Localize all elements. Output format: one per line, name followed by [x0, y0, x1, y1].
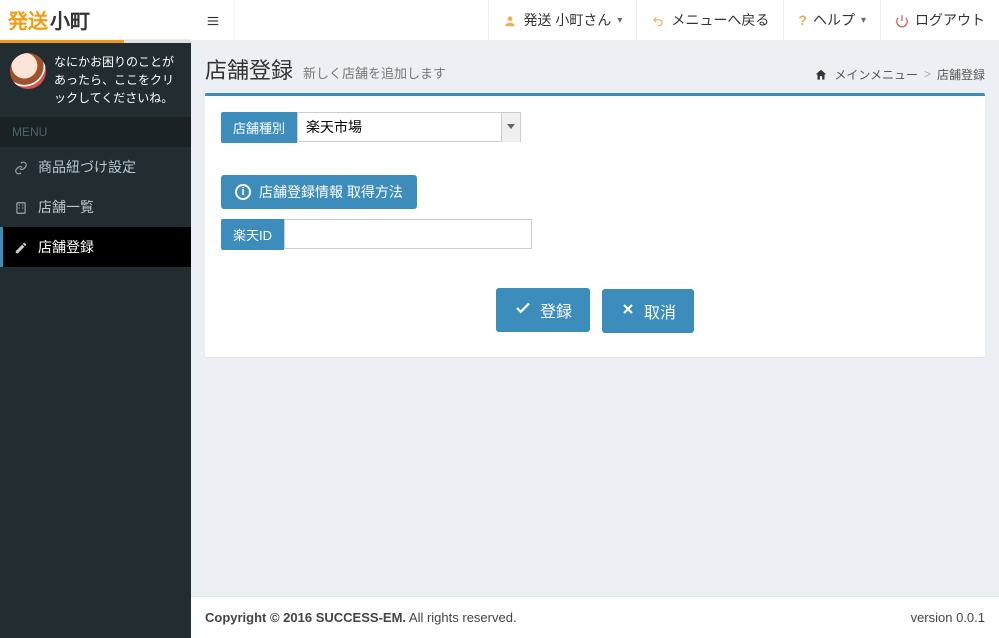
- assistant-text: なにかお困りのことがあったら、ここをクリックしてくださいね。: [54, 53, 181, 107]
- page-header: 店舗登録 新しく店舗を追加します メインメニュー > 店舗登録: [205, 53, 985, 85]
- page-title-wrap: 店舗登録 新しく店舗を追加します: [205, 53, 446, 85]
- breadcrumb-root[interactable]: メインメニュー: [834, 66, 918, 83]
- pencil-icon: [14, 239, 28, 255]
- sidebar-toggle-button[interactable]: [191, 0, 235, 40]
- question-icon: ?: [798, 12, 807, 28]
- info-button-label: 店舗登録情報 取得方法: [259, 182, 403, 202]
- registration-info-button[interactable]: i 店舗登録情報 取得方法: [221, 175, 417, 209]
- breadcrumb: メインメニュー > 店舗登録: [814, 66, 985, 83]
- user-menu-button[interactable]: 発送 小町さん ▾: [488, 0, 636, 40]
- form-panel: 店舗種別 楽天市場 i 店舗登録情報 取得方法 楽天ID 登録: [205, 93, 985, 357]
- close-icon: [620, 301, 636, 322]
- content-area: 店舗登録 新しく店舗を追加します メインメニュー > 店舗登録 店舗種別 楽天市…: [191, 41, 999, 596]
- store-type-label: 店舗種別: [221, 112, 297, 143]
- store-type-select-wrap: 楽天市場: [297, 112, 521, 143]
- sidebar-item-label: 店舗一覧: [38, 197, 94, 217]
- copyright-bold: Copyright © 2016 SUCCESS-EM.: [205, 610, 406, 625]
- info-icon: i: [235, 184, 251, 200]
- check-icon: [514, 299, 532, 322]
- menu-header: MENU: [0, 117, 191, 147]
- caret-down-icon: ▾: [861, 15, 866, 26]
- store-type-select[interactable]: 楽天市場: [297, 112, 521, 142]
- assistant-panel[interactable]: なにかお困りのことがあったら、ここをクリックしてくださいね。: [0, 43, 191, 117]
- back-to-menu-button[interactable]: メニューへ戻る: [636, 0, 783, 40]
- brand-part2: 小町: [50, 5, 90, 34]
- submit-button[interactable]: 登録: [496, 288, 590, 332]
- page-title: 店舗登録: [205, 53, 293, 85]
- button-row: 登録 取消: [221, 288, 969, 333]
- assistant-avatar-icon: [10, 53, 46, 89]
- sidebar-item-product-link[interactable]: 商品紐づけ設定: [0, 147, 191, 187]
- hamburger-icon: [206, 12, 220, 28]
- footer-version: version 0.0.1: [911, 610, 985, 625]
- rakuten-id-label: 楽天ID: [221, 219, 284, 250]
- sidebar-item-label: 店舗登録: [38, 237, 94, 257]
- cancel-label: 取消: [644, 299, 676, 323]
- nav-spacer: [235, 0, 488, 40]
- logout-label: ログアウト: [915, 10, 985, 30]
- cancel-button[interactable]: 取消: [602, 289, 694, 333]
- undo-icon: [651, 12, 665, 28]
- home-icon: [814, 67, 828, 82]
- brand-part1: 発送: [8, 5, 48, 34]
- rakuten-id-control: [284, 219, 532, 250]
- sidebar-item-store-register[interactable]: 店舗登録: [0, 227, 191, 267]
- footer-copyright: Copyright © 2016 SUCCESS-EM. All rights …: [205, 610, 517, 625]
- store-type-row: 店舗種別 楽天市場: [221, 112, 969, 143]
- back-label: メニューへ戻る: [671, 10, 769, 30]
- top-nav: 発送 小町さん ▾ メニューへ戻る ? ヘルプ ▾ ログアウト: [191, 0, 999, 41]
- caret-down-icon: ▾: [617, 15, 622, 26]
- sidebar-item-store-list[interactable]: 店舗一覧: [0, 187, 191, 227]
- building-icon: [14, 199, 28, 215]
- rakuten-id-row: 楽天ID: [221, 219, 969, 250]
- user-icon: [503, 12, 517, 28]
- sidebar: 発送 小町 なにかお困りのことがあったら、ここをクリックしてくださいね。 MEN…: [0, 0, 191, 638]
- copyright-rest: All rights reserved.: [406, 610, 517, 625]
- help-menu-button[interactable]: ? ヘルプ ▾: [783, 0, 880, 40]
- brand-logo[interactable]: 発送 小町: [0, 0, 191, 40]
- footer: Copyright © 2016 SUCCESS-EM. All rights …: [191, 596, 999, 638]
- help-label: ヘルプ: [813, 10, 855, 30]
- breadcrumb-current: 店舗登録: [937, 66, 985, 83]
- user-name: 発送 小町さん: [523, 10, 611, 30]
- logout-button[interactable]: ログアウト: [880, 0, 999, 40]
- power-icon: [895, 12, 909, 28]
- spacer: [221, 143, 969, 175]
- rakuten-id-input[interactable]: [284, 219, 532, 249]
- sidebar-item-label: 商品紐づけ設定: [38, 157, 136, 177]
- breadcrumb-separator: >: [924, 67, 931, 81]
- submit-label: 登録: [540, 298, 572, 322]
- page-subtitle: 新しく店舗を追加します: [303, 63, 446, 82]
- link-icon: [14, 159, 28, 175]
